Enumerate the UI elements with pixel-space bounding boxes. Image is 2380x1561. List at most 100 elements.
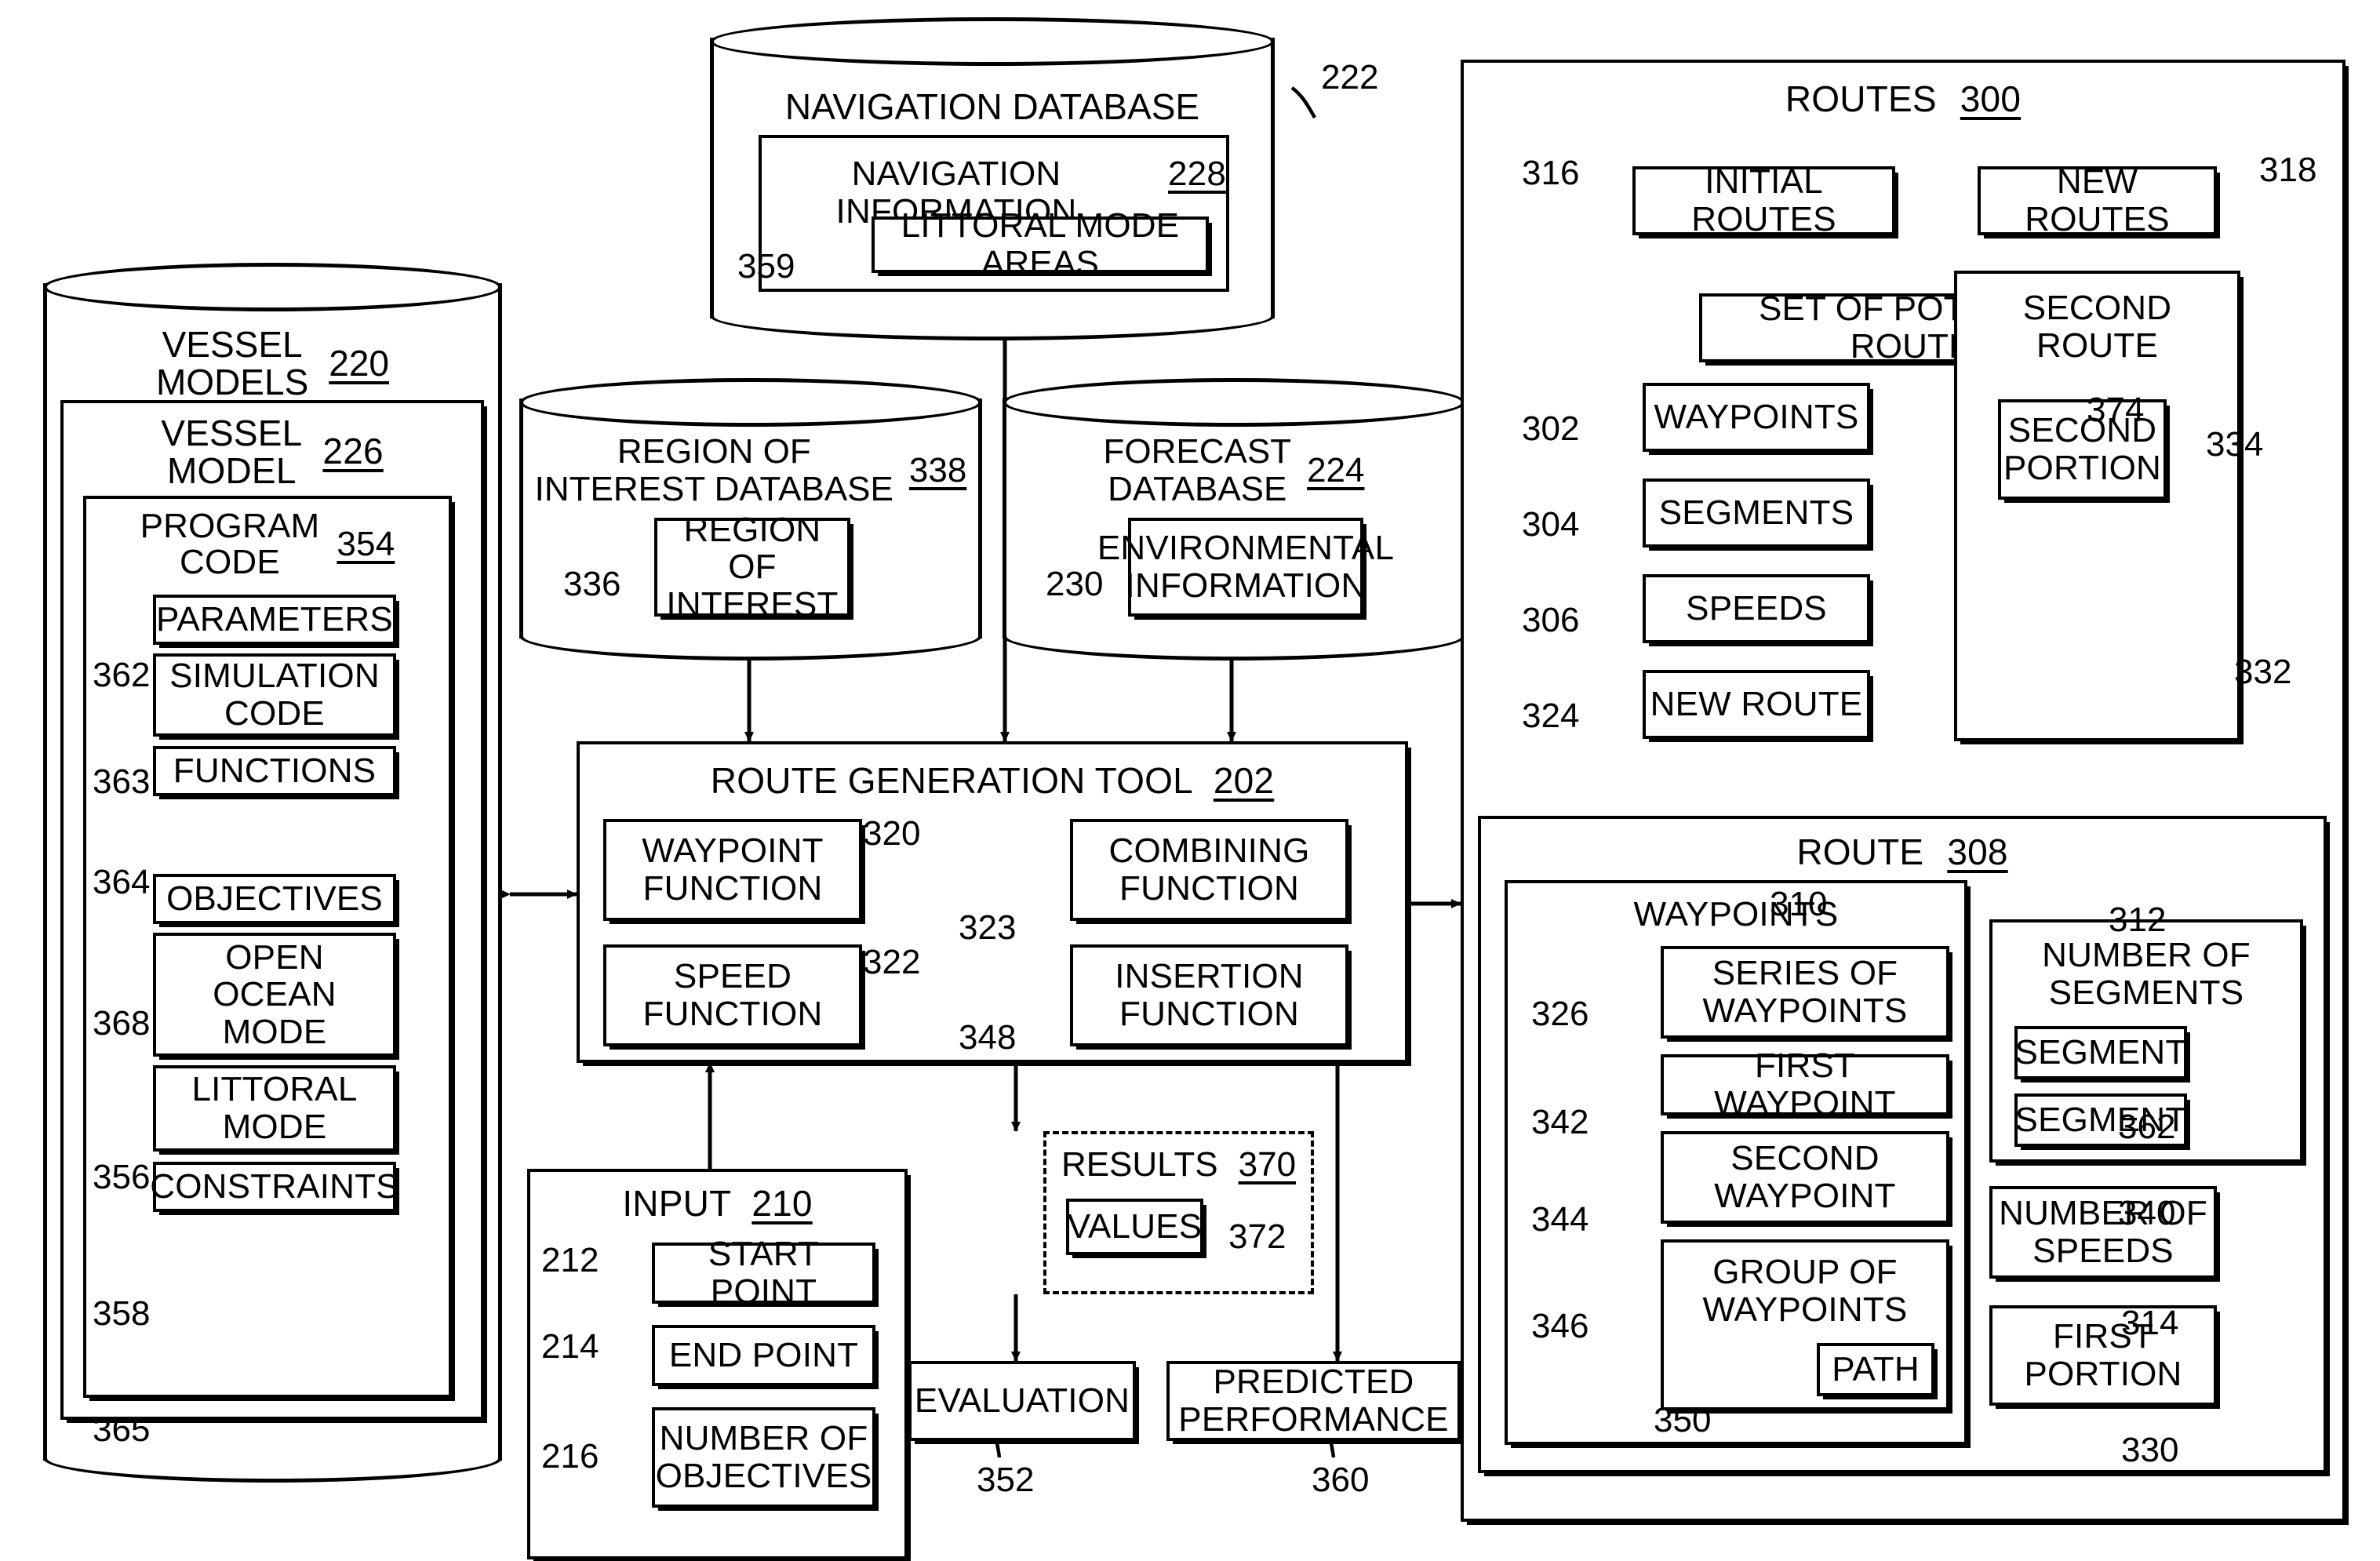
ref-359: 359 <box>737 247 795 286</box>
vessel-models-title: VESSEL MODELS <box>155 324 309 403</box>
results-title: RESULTS <box>1061 1145 1218 1184</box>
ref-310: 310 <box>1770 885 1828 923</box>
patent-figure: NAVIGATION DATABASE NAVIGATION INFORMATI… <box>0 0 2380 1561</box>
route-waypoints-title: WAYPOINTS <box>1633 895 1839 933</box>
ref-230: 230 <box>1046 565 1104 603</box>
navigation-database: NAVIGATION DATABASE NAVIGATION INFORMATI… <box>710 17 1275 340</box>
ref-216: 216 <box>541 1437 599 1475</box>
routes-ref: 300 <box>1960 78 2022 119</box>
navigation-database-title: NAVIGATION DATABASE <box>784 86 1200 127</box>
ref-356: 356 <box>93 1158 151 1196</box>
group-of-waypoints-label: GROUP OF WAYPOINTS <box>1702 1253 1908 1330</box>
ref-363: 363 <box>93 762 151 801</box>
number-of-objectives-box: NUMBER OF OBJECTIVES <box>652 1407 875 1508</box>
speeds-item-box: SPEEDS <box>1643 574 1870 643</box>
forecast-database-ref: 224 <box>1307 450 1365 489</box>
region-of-interest-database-ref: 338 <box>908 450 967 489</box>
region-of-interest-box: REGION OF INTEREST <box>654 511 850 623</box>
insertion-function-box: INSERTION FUNCTION <box>1070 944 1348 1046</box>
second-route-title: SECOND ROUTE <box>2022 289 2172 366</box>
route-generation-tool-ref: 202 <box>1213 760 1275 801</box>
group-of-waypoints-box: GROUP OF WAYPOINTS PATH <box>1661 1239 1949 1410</box>
ref-302: 302 <box>1522 409 1580 448</box>
route-ref: 308 <box>1947 831 2008 872</box>
second-route-box: SECOND ROUTE SECOND PORTION <box>1954 271 2240 741</box>
ref-330: 330 <box>2121 1431 2179 1469</box>
path-box: PATH <box>1817 1343 1934 1396</box>
ref-368: 368 <box>93 1004 151 1042</box>
littoral-mode-box: LITTORAL MODE <box>153 1065 396 1152</box>
predicted-performance-box: PREDICTED PERFORMANCE <box>1166 1361 1461 1441</box>
ref-320: 320 <box>863 814 921 853</box>
program-code-title: PROGRAM CODE <box>140 507 320 582</box>
ref-365: 365 <box>93 1410 151 1449</box>
ref-304: 304 <box>1522 505 1580 544</box>
ref-362-segment: 362 <box>2118 1108 2176 1146</box>
route-box: ROUTE 308 WAYPOINTS SERIES OF WAYPOINTS … <box>1478 816 2327 1473</box>
ref-364: 364 <box>93 863 151 901</box>
vessel-model-box: VESSEL MODEL 226 PROGRAM CODE 354 PARAME <box>60 400 484 1420</box>
ref-340: 340 <box>2118 1194 2176 1232</box>
ref-374: 374 <box>2087 391 2145 429</box>
ref-212: 212 <box>541 1241 599 1279</box>
segments-item-box: SEGMENTS <box>1643 478 1870 548</box>
first-waypoint-box: FIRST WAYPOINT <box>1661 1047 1949 1122</box>
routes-panel: ROUTES 300 INITIAL ROUTES NEW ROUTES SET… <box>1461 60 2345 1522</box>
region-of-interest-database-title: REGION OF INTEREST DATABASE <box>534 432 893 508</box>
segment-box-1: SEGMENT <box>2014 1026 2187 1079</box>
region-of-interest-database: REGION OF INTEREST DATABASE 338 REGION O… <box>519 378 982 660</box>
littoral-mode-areas-box: LITTORAL MODE AREAS <box>872 207 1209 282</box>
ref-344: 344 <box>1531 1200 1589 1239</box>
ref-352: 352 <box>977 1461 1035 1499</box>
ref-312: 312 <box>2109 901 2167 939</box>
results-ref: 370 <box>1238 1145 1297 1184</box>
ref-362: 362 <box>93 656 151 694</box>
ref-334: 334 <box>2206 425 2264 464</box>
parameters-box: PARAMETERS <box>153 595 396 645</box>
navigation-information-ref: 228 <box>1167 155 1226 193</box>
ref-348: 348 <box>959 1018 1017 1057</box>
route-waypoints-box: WAYPOINTS SERIES OF WAYPOINTS FIRST WAYP… <box>1505 880 1967 1445</box>
number-of-speeds-box: NUMBER OF SPEEDS <box>1989 1186 2217 1279</box>
values-box: VALUES <box>1066 1199 1203 1255</box>
vessel-model-title: VESSEL MODEL <box>161 413 303 492</box>
waypoints-item-box: WAYPOINTS <box>1643 383 1870 452</box>
route-generation-tool: ROUTE GENERATION TOOL 202 WAYPOINT FUNCT… <box>577 741 1408 1063</box>
evaluation-box: EVALUATION <box>908 1361 1136 1441</box>
input-title: INPUT <box>622 1183 732 1224</box>
waypoint-function-box: WAYPOINT FUNCTION <box>603 819 862 921</box>
program-code-ref: 354 <box>337 525 395 564</box>
ref-358: 358 <box>93 1294 151 1333</box>
ref-360: 360 <box>1312 1461 1370 1499</box>
ref-346: 346 <box>1531 1307 1589 1345</box>
start-point-box: START POINT <box>652 1235 875 1310</box>
navigation-information-box: NAVIGATION INFORMATION 228 LITTORAL MODE… <box>759 135 1229 292</box>
input-ref: 210 <box>751 1183 813 1224</box>
ref-222: 222 <box>1321 58 1379 96</box>
constraints-box: CONSTRAINTS <box>150 1162 399 1212</box>
speed-function-box: SPEED FUNCTION <box>603 944 862 1046</box>
ref-332: 332 <box>2234 653 2292 691</box>
route-title: ROUTE <box>1796 831 1924 872</box>
simulation-code-box: SIMULATION CODE <box>153 653 396 737</box>
ref-326: 326 <box>1531 995 1589 1033</box>
vessel-models-ref: 220 <box>329 343 389 384</box>
ref-318: 318 <box>2259 151 2317 189</box>
second-waypoint-box: SECOND WAYPOINT <box>1661 1131 1949 1224</box>
end-point-box: END POINT <box>652 1325 875 1386</box>
ref-322: 322 <box>863 943 921 981</box>
open-ocean-mode-box: OPEN OCEAN MODE <box>153 933 396 1057</box>
new-route-item-box: NEW ROUTE <box>1643 670 1870 739</box>
functions-box: FUNCTIONS <box>153 746 396 796</box>
objectives-box: OBJECTIVES <box>153 874 396 924</box>
ref-350: 350 <box>1654 1401 1712 1439</box>
forecast-database: FORECAST DATABASE 224 ENVIRONMENTAL INFO… <box>1003 378 1465 660</box>
first-portion-box: FIRST PORTION <box>1989 1305 2217 1406</box>
ref-323: 323 <box>959 908 1017 947</box>
ref-342: 342 <box>1531 1103 1589 1141</box>
ref-324: 324 <box>1522 697 1580 735</box>
ref-316: 316 <box>1522 154 1580 192</box>
ref-336: 336 <box>563 565 621 603</box>
environmental-information-box: ENVIRONMENTAL INFORMATION <box>1097 518 1394 617</box>
route-generation-tool-title: ROUTE GENERATION TOOL <box>710 760 1193 801</box>
